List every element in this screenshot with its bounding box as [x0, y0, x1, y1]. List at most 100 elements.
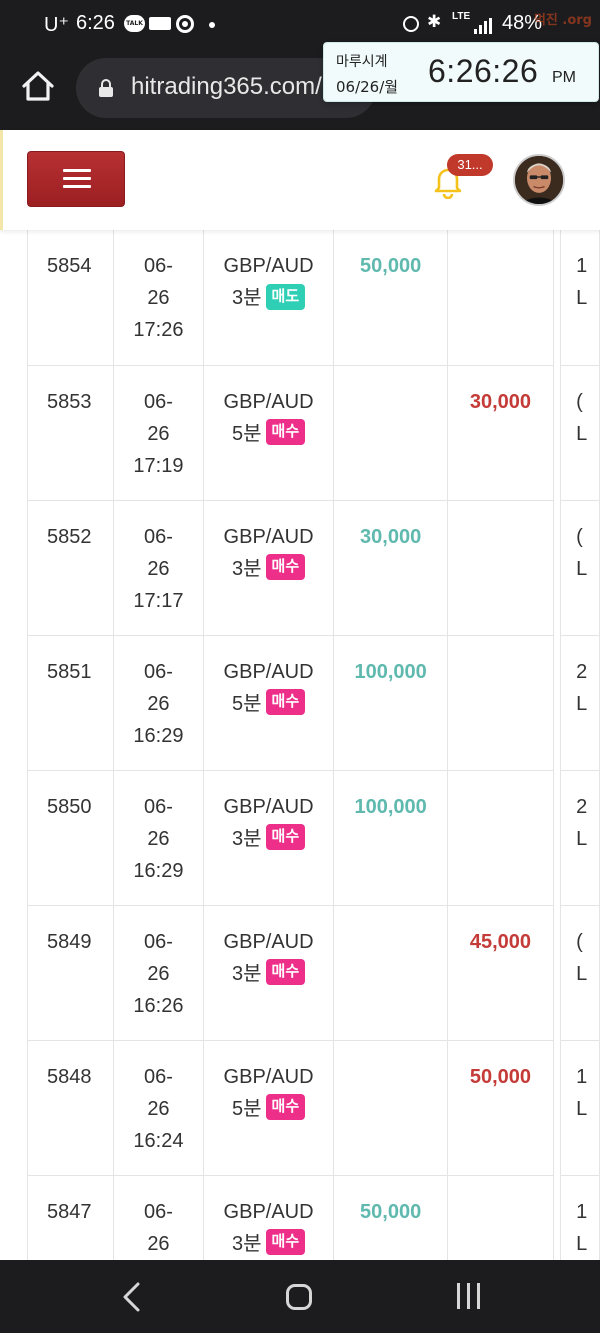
lose-amount-cell: [447, 634, 554, 771]
trade-history-table-container[interactable]: 5854 06- 26 17:26 GBP/AUD 3분 매도 50,000 1L 58…: [0, 230, 600, 1260]
cell-day: 26: [147, 287, 170, 309]
table-row: 5847 06- 26 GBP/AUD 3분 매수 50,000 1L: [27, 1174, 600, 1260]
cell-time: 16:24: [133, 1129, 184, 1152]
lock-icon: [99, 79, 113, 97]
cell-date: 06-: [143, 255, 173, 277]
system-navigation-bar: [0, 1260, 600, 1333]
clock-widget-ampm: PM: [552, 69, 576, 86]
cell-duration: 3분: [231, 287, 262, 309]
cell-day: 26: [147, 827, 170, 850]
trade-side-badge: 매수: [265, 1094, 306, 1121]
truncated-cell: 1L: [560, 230, 600, 366]
cell-id: 5853: [47, 390, 92, 413]
cell-extra2: L: [576, 692, 588, 715]
table-row: 5848 06- 26 16:24 GBP/AUD 5분 매수 50,000 1L: [27, 1039, 600, 1176]
trade-id-cell: 5854: [27, 230, 114, 366]
hamburger-menu-button[interactable]: [27, 151, 125, 207]
trade-symbol-cell: GBP/AUD 5분 매수: [202, 1039, 335, 1176]
cell-date: 06-: [143, 390, 173, 413]
trade-side-badge: 매수: [265, 554, 306, 581]
cell-pair: GBP/AUD: [223, 795, 314, 818]
cell-extra2: L: [576, 287, 588, 309]
trade-side-badge: 매수: [265, 1229, 306, 1256]
cell-pair: GBP/AUD: [223, 930, 314, 953]
cell-pair: GBP/AUD: [223, 660, 314, 683]
carrier-label: U⁺: [44, 14, 69, 36]
trade-datetime-cell: 06- 26 17:17: [112, 499, 205, 636]
floating-clock-widget[interactable]: 마루시계 06/26/월 6:26:26 PM: [323, 42, 599, 102]
home-nav-icon[interactable]: [286, 1284, 312, 1310]
win-amount-cell: 100,000: [333, 634, 449, 771]
cell-extra1: 1: [576, 1065, 588, 1088]
cell-win: 50,000: [360, 255, 422, 277]
trade-datetime-cell: 06- 26 16:29: [112, 634, 205, 771]
cell-date: 06-: [143, 1200, 173, 1223]
trade-history-table: 5854 06- 26 17:26 GBP/AUD 3분 매도 50,000 1L 58…: [27, 230, 600, 1260]
menu-bar-icon: [63, 169, 91, 172]
cell-day: 26: [147, 557, 170, 580]
site-header: 31...: [0, 130, 600, 230]
back-icon[interactable]: [118, 1280, 144, 1314]
win-amount-cell: 100,000: [333, 769, 449, 906]
truncated-cell: (L: [560, 499, 600, 636]
table-row: 5851 06- 26 16:29 GBP/AUD 5분 매수 100,000 2L: [27, 634, 600, 771]
win-amount-cell: [333, 1039, 449, 1176]
cell-extra2: L: [576, 1097, 588, 1120]
trade-datetime-cell: 06- 26 17:19: [112, 364, 205, 501]
win-amount-cell: [333, 364, 449, 501]
cell-pair: GBP/AUD: [223, 255, 314, 277]
cell-win: 100,000: [354, 795, 427, 818]
cell-time: 16:29: [133, 724, 184, 747]
trade-id-cell: 5853: [27, 364, 114, 501]
trade-datetime-cell: 06- 26 17:26: [112, 230, 205, 366]
cell-id: 5847: [47, 1200, 92, 1223]
cell-day: 26: [147, 692, 170, 715]
trade-symbol-cell: GBP/AUD 3분 매수: [202, 769, 335, 906]
trade-id-cell: 5848: [27, 1039, 114, 1176]
home-icon[interactable]: [18, 66, 58, 106]
cell-date: 06-: [143, 930, 173, 953]
cell-duration: 5분: [231, 692, 262, 715]
table-row: 5854 06- 26 17:26 GBP/AUD 3분 매도 50,000 1L: [27, 230, 600, 366]
cell-extra2: L: [576, 827, 588, 850]
trade-id-cell: 5850: [27, 769, 114, 906]
column-gap: [552, 1040, 562, 1175]
cell-extra1: 2: [576, 795, 588, 818]
cell-duration: 3분: [231, 1232, 262, 1255]
cell-id: 5850: [47, 795, 92, 818]
user-avatar[interactable]: [513, 154, 565, 206]
trade-datetime-cell: 06- 26 16:26: [112, 904, 205, 1041]
cell-extra1: 1: [576, 1200, 588, 1223]
cell-day: 26: [147, 1232, 170, 1255]
cell-pair: GBP/AUD: [223, 390, 314, 413]
trade-symbol-cell: GBP/AUD 3분 매수: [202, 904, 335, 1041]
recent-apps-icon[interactable]: [455, 1283, 483, 1309]
lose-amount-cell: [447, 499, 554, 636]
table-row: 5852 06- 26 17:17 GBP/AUD 3분 매수 30,000 (L: [27, 499, 600, 636]
lose-amount-cell: [447, 230, 554, 366]
menu-bar-icon: [63, 177, 91, 180]
kakaotalk-icon: TALK: [124, 15, 145, 32]
cell-date: 06-: [143, 795, 173, 818]
column-gap: [552, 1175, 562, 1260]
trade-symbol-cell: GBP/AUD 5분 매수: [202, 364, 335, 501]
menu-bar-icon: [63, 185, 91, 188]
cell-id: 5854: [47, 255, 92, 277]
cell-duration: 3분: [231, 962, 262, 985]
cell-day: 26: [147, 962, 170, 985]
clock-widget-time: 6:26:26: [428, 53, 539, 89]
cell-extra1: 1: [576, 255, 588, 277]
cell-duration: 3분: [231, 557, 262, 580]
trade-datetime-cell: 06- 26 16:29: [112, 769, 205, 906]
trade-symbol-cell: GBP/AUD 3분 매수: [202, 1174, 335, 1260]
trade-id-cell: 5847: [27, 1174, 114, 1260]
cell-id: 5851: [47, 660, 92, 683]
cell-date: 06-: [143, 525, 173, 548]
truncated-cell: (L: [560, 364, 600, 501]
cell-extra1: (: [576, 930, 583, 953]
alarm-icon: [403, 16, 419, 32]
watermark-logo: 먹진 .org: [533, 13, 592, 28]
cell-duration: 5분: [231, 1097, 262, 1120]
cell-extra2: L: [576, 962, 588, 985]
table-row: 5850 06- 26 16:29 GBP/AUD 3분 매수 100,000 2 L: [27, 769, 600, 906]
